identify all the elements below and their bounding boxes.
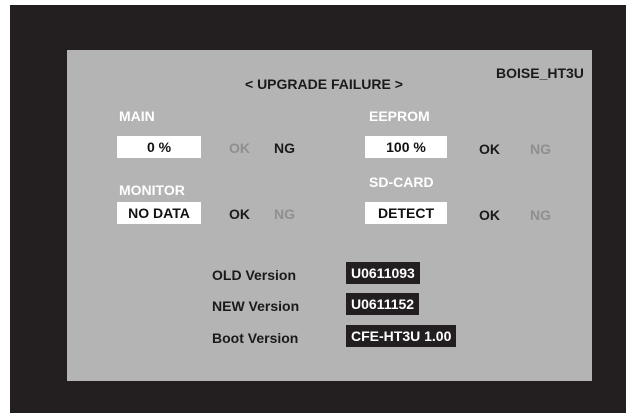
upgrade-status-panel: BOISE_HT3U < UPGRADE FAILURE > MAIN 0 % … <box>67 50 592 381</box>
old-version-label: OLD Version <box>212 267 297 283</box>
sdcard-status-value: DETECT <box>365 202 447 224</box>
eeprom-progress-value: 100 % <box>365 136 447 158</box>
model-name: BOISE_HT3U <box>496 65 584 81</box>
monitor-ng-indicator: NG <box>274 206 295 222</box>
sdcard-ng-indicator: NG <box>530 207 551 223</box>
monitor-ok-indicator: OK <box>229 206 250 222</box>
sdcard-label: SD-CARD <box>369 174 434 190</box>
main-ok-indicator: OK <box>229 140 250 156</box>
boot-version-label: Boot Version <box>212 330 299 346</box>
boot-version-value: CFE-HT3U 1.00 <box>346 325 457 347</box>
main-ng-indicator: NG <box>274 140 295 156</box>
sdcard-ok-indicator: OK <box>479 207 500 223</box>
screen-frame: BOISE_HT3U < UPGRADE FAILURE > MAIN 0 % … <box>10 5 626 413</box>
monitor-status-value: NO DATA <box>117 202 201 224</box>
eeprom-ok-indicator: OK <box>479 141 500 157</box>
eeprom-ng-indicator: NG <box>530 141 551 157</box>
eeprom-label: EEPROM <box>369 108 430 124</box>
monitor-label: MONITOR <box>119 182 185 198</box>
main-label: MAIN <box>119 108 155 124</box>
old-version-value: U0611093 <box>346 262 420 284</box>
page-title: < UPGRADE FAILURE > <box>245 76 403 92</box>
new-version-label: NEW Version <box>212 298 300 314</box>
main-progress-value: 0 % <box>117 136 201 158</box>
new-version-value: U0611152 <box>346 293 420 315</box>
